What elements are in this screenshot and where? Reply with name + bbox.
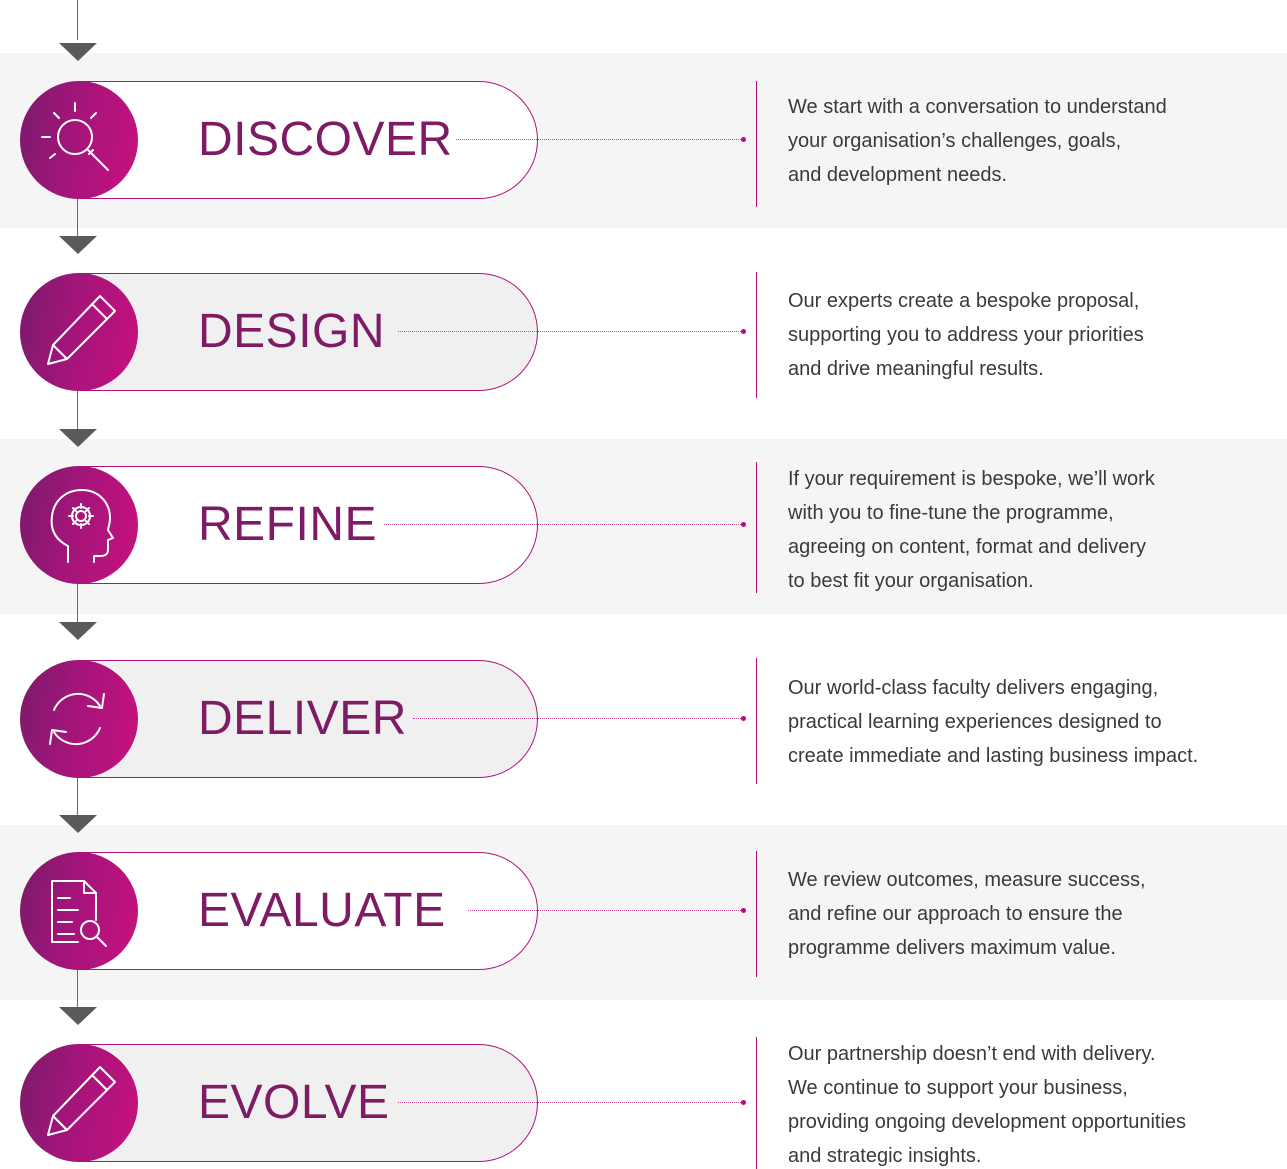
dotted-connector — [468, 910, 741, 911]
connector-line — [77, 968, 78, 1008]
down-arrow-icon — [59, 429, 97, 447]
step-title: DESIGN — [198, 305, 386, 358]
down-arrow-icon — [59, 622, 97, 640]
step-description: Our world-class faculty delivers engagin… — [788, 677, 1199, 767]
down-arrow-icon — [59, 43, 97, 61]
connector-line — [77, 0, 78, 40]
connector-dot — [741, 1100, 746, 1105]
step-description-block: Our experts create a bespoke proposal, s… — [756, 272, 1287, 398]
down-arrow-icon — [59, 1007, 97, 1025]
step-title: DISCOVER — [198, 113, 453, 166]
step-description: If your requirement is bespoke, we’ll wo… — [788, 468, 1155, 592]
step-icon-circle — [20, 273, 138, 391]
step-description-block: If your requirement is bespoke, we’ll wo… — [756, 462, 1287, 593]
connector-line — [77, 776, 78, 816]
dotted-connector — [398, 331, 741, 332]
pencil-icon — [47, 1066, 116, 1136]
step-title: DELIVER — [198, 692, 407, 745]
step-description-block: Our world-class faculty delivers engagin… — [756, 658, 1287, 784]
step-icon-circle — [20, 660, 138, 778]
step-icon-circle — [20, 466, 138, 584]
step-title: EVOLVE — [198, 1076, 390, 1129]
step-icon-circle — [20, 1044, 138, 1162]
connector-line — [77, 198, 78, 238]
step-description-block: We start with a conversation to understa… — [756, 81, 1287, 207]
step-title: REFINE — [198, 498, 378, 551]
step-description: We review outcomes, measure success, and… — [788, 869, 1146, 959]
step-description: Our partnership doesn’t end with deliver… — [788, 1043, 1187, 1167]
step-description: We start with a conversation to understa… — [788, 96, 1167, 186]
dotted-connector — [398, 1102, 741, 1103]
step-icon-circle — [20, 81, 138, 199]
dotted-connector — [456, 139, 741, 140]
connector-dot — [741, 329, 746, 334]
connector-dot — [741, 716, 746, 721]
connector-line — [77, 390, 78, 430]
step-description-block: Our partnership doesn’t end with deliver… — [756, 1037, 1287, 1169]
document-search-icon — [51, 880, 107, 947]
step-title: EVALUATE — [198, 884, 446, 937]
down-arrow-icon — [59, 236, 97, 254]
pencil-icon — [47, 295, 116, 365]
connector-line — [77, 584, 78, 624]
magnifier-icon — [41, 102, 109, 171]
down-arrow-icon — [59, 815, 97, 833]
step-icon-circle — [20, 852, 138, 970]
step-description-block: We review outcomes, measure success, and… — [756, 851, 1287, 977]
connector-dot — [741, 908, 746, 913]
head-gear-icon — [50, 489, 114, 563]
dotted-connector — [413, 718, 741, 719]
step-description: Our experts create a bespoke proposal, s… — [788, 290, 1144, 380]
connector-dot — [741, 137, 746, 142]
dotted-connector — [384, 524, 741, 525]
refresh-icon — [49, 692, 105, 746]
connector-dot — [741, 522, 746, 527]
